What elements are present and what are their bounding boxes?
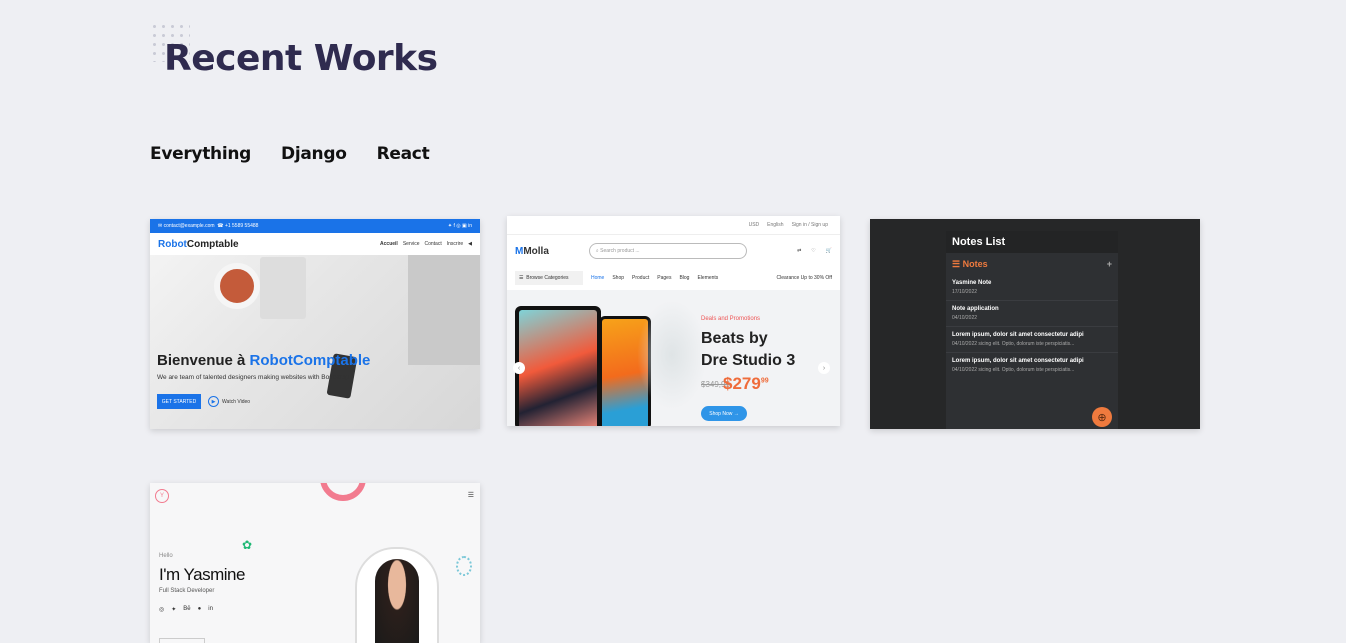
list-item: Yasmine Note 17/10/2022 bbox=[946, 275, 1118, 301]
compare-icon: ⇄ bbox=[797, 248, 802, 254]
social-icons: ✦ f ◎ ▣ in bbox=[447, 223, 472, 229]
avatar bbox=[355, 547, 439, 643]
card-nav: RobotComptable Accueil Service Contact I… bbox=[150, 233, 480, 255]
nav-item: Elements bbox=[697, 275, 719, 281]
watch-video: ▶ Watch Video bbox=[208, 396, 250, 407]
robotcomptable-logo: RobotComptable bbox=[158, 238, 239, 250]
hello-text: Hello bbox=[159, 553, 173, 559]
portfolio-logo: Y bbox=[155, 489, 169, 503]
menu-item: Service bbox=[402, 241, 420, 247]
menu-item: Accueil bbox=[380, 241, 398, 247]
cart-icon: 🛒 bbox=[825, 248, 832, 254]
language-icon: ◀ bbox=[468, 241, 472, 247]
page-title: Recent Works bbox=[164, 38, 438, 79]
card-menu: Accueil Service Contact Inscrire ◀ bbox=[380, 241, 472, 247]
search-icon: ⌕ bbox=[595, 248, 599, 254]
decorative-ring bbox=[320, 483, 366, 501]
portfolio-role: Full Stack Developer bbox=[159, 588, 215, 594]
behance-icon: Bē bbox=[183, 606, 191, 612]
notes-panel: Notes List ☰ Notes + Yasmine Note 17/10/20… bbox=[946, 231, 1118, 429]
shop-now-button: Shop Now → bbox=[701, 406, 747, 421]
browse-categories: ☰ Browse Categories bbox=[515, 271, 583, 285]
wishlist-icon: ♡ bbox=[811, 248, 816, 254]
laptop-image bbox=[408, 255, 480, 365]
toplink: English bbox=[767, 222, 784, 228]
nav-item: Blog bbox=[679, 275, 690, 281]
list-item: Lorem ipsum, dolor sit amet consectetur … bbox=[946, 327, 1118, 353]
calculator-image bbox=[260, 257, 306, 319]
list-icon: ☰ bbox=[952, 258, 961, 269]
product-headline: Beats by Dre Studio 3 bbox=[701, 330, 796, 369]
filter-everything[interactable]: Everything bbox=[150, 144, 251, 164]
chevron-left-icon: ‹ bbox=[513, 362, 525, 374]
card-header: MMolla ⌕ Search product ... ⇄ ♡ 🛒 bbox=[507, 235, 840, 267]
nav-item: Shop bbox=[612, 275, 625, 281]
toplink: USD bbox=[748, 222, 760, 228]
search-field: ⌕ Search product ... bbox=[588, 243, 747, 259]
portfolio-name: I'm Yasmine bbox=[159, 565, 245, 584]
nav-item: Product bbox=[632, 275, 650, 281]
play-icon: ▶ bbox=[208, 396, 219, 407]
nav-item: Home bbox=[591, 275, 605, 281]
tablet-image bbox=[515, 306, 601, 426]
twitter-icon: ✦ bbox=[171, 607, 177, 613]
add-note-icon: ⊕ bbox=[1092, 407, 1112, 427]
filter-react[interactable]: React bbox=[377, 144, 430, 164]
card-toplinks: USD English Sign in / Sign up bbox=[507, 216, 840, 235]
promo-text: Clearance Up to 30% Off bbox=[776, 275, 833, 281]
coffee-cup-image bbox=[214, 263, 260, 309]
menu-item: Contact bbox=[424, 241, 442, 247]
molla-logo: MMolla bbox=[515, 245, 549, 257]
work-card-robotcomptable[interactable]: ✉ contact@example.com ☎ +1 5589 55488 ✦ … bbox=[150, 219, 480, 429]
linkedin-icon: in bbox=[208, 606, 213, 612]
decorative-swirl bbox=[456, 556, 472, 576]
topbar-contact: ✉ contact@example.com ☎ +1 5589 55488 bbox=[158, 223, 259, 229]
menu-icon: ☰ bbox=[467, 492, 474, 499]
notes-title: Notes List bbox=[946, 231, 1118, 253]
deals-label: Deals and Promotions bbox=[701, 316, 761, 322]
get-started-button: GET STARTED bbox=[157, 394, 201, 409]
list-item: Lorem ipsum, dolor sit amet consectetur … bbox=[952, 358, 1084, 373]
card-nav: ☰ Browse Categories Home Shop Product Pa… bbox=[507, 267, 840, 289]
gear-icon: ✿ bbox=[242, 538, 253, 552]
social-icons: ◎ ✦ Bē ● in bbox=[159, 606, 213, 613]
plus-icon: + bbox=[1106, 259, 1112, 269]
nav-item: Pages bbox=[657, 275, 672, 281]
list-item: Note application 04/10/2022 bbox=[946, 301, 1118, 327]
card-hero: ‹ › Deals and Promotions Beats by Dre Stu… bbox=[507, 290, 840, 426]
work-card-molla[interactable]: USD English Sign in / Sign up MMolla ⌕ S… bbox=[507, 216, 840, 426]
button-outline bbox=[159, 638, 205, 643]
price: $27999 bbox=[723, 374, 769, 393]
menu-item: Inscrire bbox=[446, 241, 464, 247]
leaves-image bbox=[637, 300, 707, 410]
card-topbar: ✉ contact@example.com ☎ +1 5589 55488 ✦ … bbox=[150, 219, 480, 233]
filter-tabs: Everything Django React bbox=[150, 144, 430, 164]
hero-heading: Bienvenue à RobotComptable bbox=[157, 352, 371, 369]
chevron-right-icon: › bbox=[818, 362, 830, 374]
toplink: Sign in / Sign up bbox=[791, 222, 828, 228]
hero-subtitle: We are team of talented designers making… bbox=[157, 374, 350, 381]
header-icons: ⇄ ♡ 🛒 bbox=[797, 248, 832, 254]
github-icon: ● bbox=[197, 606, 202, 612]
notes-header: ☰ Notes + bbox=[952, 258, 1112, 270]
instagram-icon: ◎ bbox=[159, 607, 165, 613]
filter-django[interactable]: Django bbox=[281, 144, 347, 164]
work-card-notes[interactable]: Notes List ☰ Notes + Yasmine Note 17/10/20… bbox=[870, 219, 1200, 429]
work-card-portfolio[interactable]: Y ☰ ✿ Hello I'm Yasmine Full Stack Devel… bbox=[150, 483, 480, 643]
